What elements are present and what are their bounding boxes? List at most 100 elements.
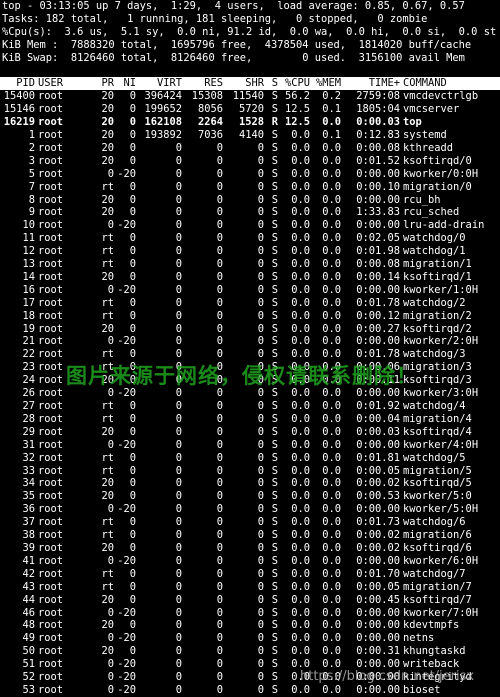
process-time-cell: 0:00.53 [356,490,400,503]
process-nice-cell: 0 [129,400,136,412]
process-res-cell: 0 [216,541,223,554]
process-time-cell: 0:00.00 [356,193,400,206]
process-res-cell: 0 [216,683,223,696]
process-shr-cell: 0 [257,387,264,400]
process-res-cell: 0 [216,283,223,296]
process-shr-cell: 0 [257,645,264,658]
process-user-cell: root [38,283,64,296]
column-header-shr[interactable]: SHR [223,77,264,90]
process-pid-cell: 3 [28,154,35,167]
process-shr-cell: 0 [257,567,264,580]
process-res-cell: 0 [216,322,223,335]
process-res-cell: 0 [216,554,223,567]
column-header-pid[interactable]: PID [0,77,35,90]
process-nice-cell: -20 [117,671,136,684]
process-nice-cell: 0 [129,206,136,219]
process-cpu-cell: 0.0 [291,283,310,296]
process-row: 17 root rt 0 0 0 0 S 0.0 0.0 0:01.78 watchdog/2 [0,297,500,310]
process-row: 39 root 20 0 0 0 0 S 0.0 0.0 0:00.02 ksoftirqd/6 [0,542,500,555]
process-cpu-cell: 12.5 [284,103,310,116]
process-row: 15400 root 20 0 396424 15308 11540 S 56.2 0.2 2759… [0,90,500,103]
process-mem-cell: 0.0 [322,206,341,219]
process-row: 16 root 0 -20 0 0 0 S 0.0 0.0 0:00.00 kworker/1:0H [0,284,500,297]
process-nice-cell: 0 [129,348,136,361]
column-header-command[interactable]: COMMAND [400,77,500,90]
process-time-cell: 0:00.00 [356,606,400,619]
process-res-cell: 0 [216,154,223,167]
process-res-cell: 0 [216,309,223,322]
process-user-cell: root [38,671,64,684]
process-shr-cell: 0 [257,309,264,322]
process-priority-cell: rt [101,232,114,245]
process-user-cell: root [38,400,64,412]
process-state-cell: S [271,593,278,606]
process-state-cell: S [271,206,278,219]
column-header-ni[interactable]: NI [114,77,136,90]
process-virt-cell: 0 [175,593,182,606]
process-shr-cell: 0 [257,296,264,309]
process-time-cell: 0:01.73 [356,516,400,529]
process-shr-cell: 0 [257,516,264,529]
process-cpu-cell: 0.0 [291,619,310,632]
process-mem-cell: 0.0 [322,425,341,438]
process-user-cell: root [38,567,64,580]
process-time-cell: 0:00.05 [356,464,400,477]
process-res-cell: 0 [216,567,223,580]
process-nice-cell: 0 [129,128,136,141]
process-time-cell: 0:00.45 [356,593,400,606]
process-command-cell: watchdog/7 [403,567,466,580]
process-command-cell: watchdog/1 [403,245,466,258]
process-time-cell: 0:00.31 [356,645,400,658]
column-header-mem[interactable]: %MEM [310,77,341,90]
process-nice-cell: 0 [129,193,136,206]
process-command-cell: systemd [403,128,447,141]
process-cpu-cell: 0.0 [291,309,310,322]
column-header-virt[interactable]: VIRT [136,77,182,90]
process-virt-cell: 0 [175,206,182,219]
column-header-cpu[interactable]: %CPU [278,77,310,90]
process-mem-cell: 0.0 [322,283,341,296]
process-nice-cell: 0 [129,464,136,477]
process-virt-cell: 0 [175,258,182,271]
process-state-cell: S [271,193,278,206]
process-virt-cell: 0 [175,283,182,296]
process-row: 37 root rt 0 0 0 0 S 0.0 0.0 0:01.73 watchdog/6 [0,516,500,529]
process-pid-cell: 13 [22,258,35,271]
process-command-cell: watchdog/5 [403,451,466,464]
column-header-s[interactable]: S [264,77,278,90]
process-table-header: PID USER PR NI VIRT RES SHR S %CPU %MEM … [0,77,500,91]
process-row: 34 root 20 0 0 0 0 S 0.0 0.0 0:00.02 ksoftirqd/5 [0,477,500,490]
process-shr-cell: 4140 [238,128,264,141]
column-header-time[interactable]: TIME+ [341,77,400,90]
column-header-user[interactable]: USER [35,77,79,90]
process-shr-cell: 0 [257,658,264,671]
column-header-res[interactable]: RES [182,77,223,90]
process-res-cell: 0 [216,425,223,438]
process-pid-cell: 8 [28,193,35,206]
process-user-cell: root [38,387,64,400]
process-cpu-cell: 0.0 [291,567,310,580]
process-user-cell: root [38,180,64,193]
process-mem-cell: 0.0 [322,322,341,335]
process-virt-cell: 0 [175,348,182,361]
process-shr-cell: 0 [257,283,264,296]
process-priority-cell: 20 [101,593,114,606]
process-shr-cell: 0 [257,529,264,542]
process-time-cell: 0:00.14 [356,270,400,283]
process-row: 42 root rt 0 0 0 0 S 0.0 0.0 0:01.70 watchdog/7 [0,568,500,581]
process-shr-cell: 0 [257,400,264,412]
process-row: 44 root 20 0 0 0 0 S 0.0 0.0 0:00.45 ksoftirqd/7 [0,594,500,607]
process-state-cell: S [271,412,278,425]
process-priority-cell: 20 [101,322,114,335]
process-row: 38 root rt 0 0 0 0 S 0.0 0.0 0:00.02 migration/6 [0,529,500,542]
column-header-pr[interactable]: PR [79,77,114,90]
process-state-cell: S [271,387,278,400]
process-mem-cell: 0.0 [322,451,341,464]
process-priority-cell: rt [101,451,114,464]
process-priority-cell: 20 [101,541,114,554]
process-priority-cell: 20 [101,154,114,167]
process-pid-cell: 18 [22,309,35,322]
process-virt-cell: 0 [175,438,182,451]
process-row: 19 root 20 0 0 0 0 S 0.0 0.0 0:00.27 ksoftirqd/2 [0,323,500,336]
